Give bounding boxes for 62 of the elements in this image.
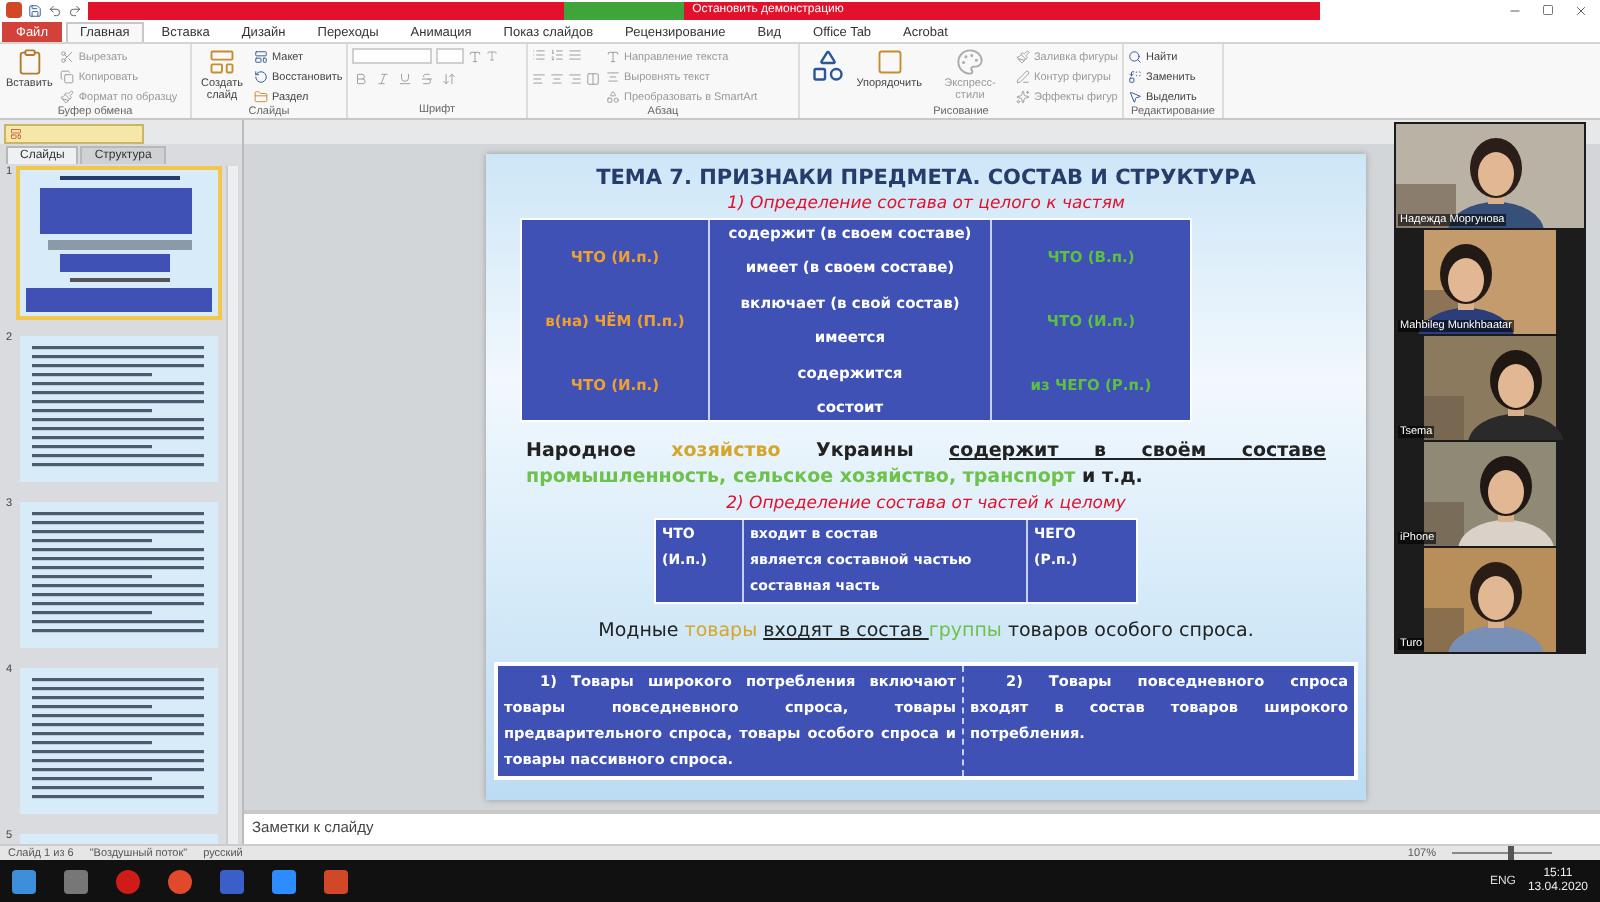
styles-icon: [955, 48, 984, 76]
spacing-button[interactable]: [440, 70, 458, 88]
line-spacing-icon: [568, 48, 582, 62]
app-icon[interactable]: [168, 869, 192, 893]
strikethrough-icon: [420, 72, 434, 86]
start-icon[interactable]: [12, 869, 36, 893]
slide-title: ТЕМА 7. ПРИЗНАКИ ПРЕДМЕТА. СОСТАВ И СТРУКТУРА: [596, 166, 1256, 190]
meeting-bar: [564, 1, 685, 19]
restore-icon: [1542, 3, 1554, 15]
bold-button[interactable]: [352, 70, 370, 88]
slide-subheading: 2) Определение состава от частей к целому: [726, 494, 1126, 514]
columns-icon: [586, 72, 600, 86]
grow-font-icon: [468, 49, 482, 63]
italic-icon: [376, 72, 390, 86]
redo-icon: [68, 3, 82, 17]
italic-button[interactable]: [374, 70, 392, 88]
arrange-icon: [875, 48, 904, 76]
slide-icon: [208, 48, 236, 76]
strikethrough-button[interactable]: [418, 70, 436, 88]
underline-icon: [398, 72, 412, 86]
task-view-icon[interactable]: [64, 869, 88, 893]
align-right-icon: [568, 72, 582, 86]
bullets-icon: [532, 48, 546, 62]
shapes-icon: [810, 48, 847, 84]
bold-icon: [354, 72, 368, 86]
folder-icon: [254, 90, 268, 104]
reset-icon: [254, 70, 268, 84]
shrink-font-icon: [486, 50, 498, 62]
video-call-icon[interactable]: [272, 869, 296, 893]
scissors-icon: [60, 50, 75, 64]
layout-icon: [254, 50, 268, 64]
save-icon: [28, 3, 42, 17]
file-icon: [10, 128, 22, 140]
outline-icon: [1015, 70, 1030, 84]
search-icon: [1128, 50, 1142, 64]
numbering-icon: [550, 48, 564, 62]
font-name-field[interactable]: [352, 48, 432, 64]
example-sentence: Модные товары входят в состав группы товаров особого спроса.: [598, 620, 1254, 642]
clipboard-icon: [15, 48, 44, 76]
copy-icon: [60, 70, 75, 84]
align-text-icon: [606, 70, 620, 84]
slide-subheading: 1) Определение состава от целого к частям: [727, 194, 1125, 214]
align-center-icon: [550, 72, 564, 86]
app-logo-icon: [6, 2, 22, 18]
effects-icon: [1015, 90, 1030, 104]
smartart-icon: [606, 90, 620, 104]
close-icon: [1574, 3, 1588, 17]
text-direction-icon: [606, 50, 620, 64]
shapes-gallery[interactable]: [808, 48, 849, 84]
brush-icon: [60, 90, 75, 104]
font-size-field[interactable]: [436, 48, 464, 64]
fill-icon: [1015, 50, 1030, 64]
example-sentence: Народное хозяйство Украины содержит в своём составе промышленность, сельское хозяйство, транспорт и т.д.: [526, 438, 1326, 490]
presentation-app-icon[interactable]: [324, 869, 348, 893]
undo-icon: [48, 3, 62, 17]
align-left-icon: [532, 72, 546, 86]
app-icon[interactable]: [220, 869, 244, 893]
spacing-icon: [442, 72, 456, 86]
zoom-thumb[interactable]: [1507, 846, 1513, 860]
pointer-icon: [1128, 90, 1142, 104]
browser-icon[interactable]: [116, 869, 140, 893]
underline-button[interactable]: [396, 70, 414, 88]
